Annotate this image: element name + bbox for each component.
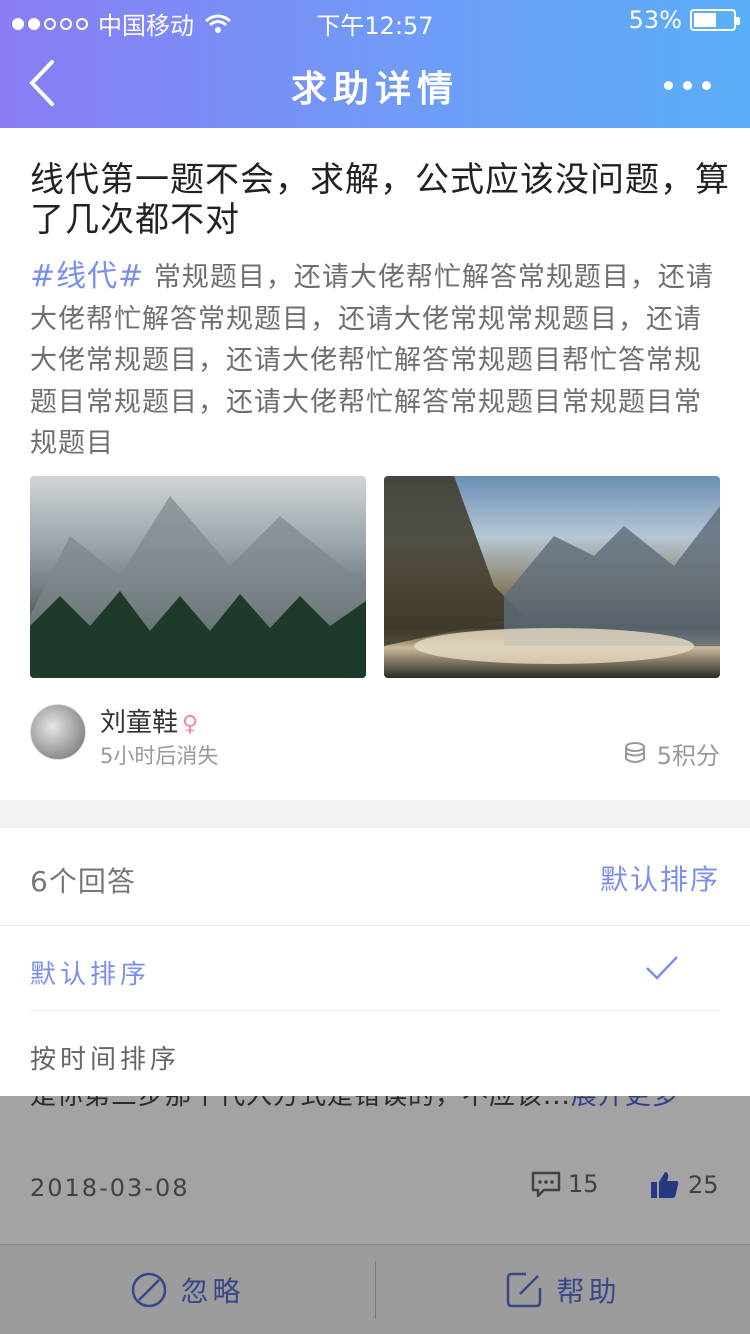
- status-bar: 中国移动 下午12:57 53%: [0, 0, 750, 40]
- navbar: 求助详情: [0, 40, 750, 128]
- page-title: 求助详情: [290, 69, 459, 110]
- points-reward: 5积分: [623, 736, 720, 771]
- more-dot-icon: [702, 80, 711, 90]
- answer-count: 6个回答: [30, 865, 136, 898]
- battery-icon: [690, 9, 740, 31]
- question-body: #线代# 常规题目，还请大佬帮忙解答常规题目，还请大佬帮忙解答常规题目，还请大佬…: [30, 256, 722, 465]
- question-image-2[interactable]: [384, 476, 720, 678]
- author-name[interactable]: 刘童鞋 ♀: [100, 702, 198, 739]
- sort-option-default[interactable]: 默认排序: [30, 926, 720, 1011]
- sort-option-label: 默认排序: [30, 960, 151, 990]
- status-right: 53%: [628, 6, 740, 34]
- female-icon: ♀: [182, 712, 199, 737]
- expire-time: 5小时后消失: [100, 744, 219, 768]
- author-avatar[interactable]: [30, 704, 86, 760]
- header: 中国移动 下午12:57 53% 求助详情: [0, 0, 750, 128]
- check-icon: [646, 956, 678, 980]
- section-divider: [0, 800, 750, 828]
- more-dot-icon: [664, 80, 673, 90]
- coins-icon: [624, 741, 645, 763]
- battery-percent: 53%: [628, 6, 682, 34]
- sort-option-label: 按时间排序: [30, 1045, 181, 1075]
- sort-dropdown: 默认排序 按时间排序: [0, 926, 750, 1096]
- author-name-text: 刘童鞋: [100, 708, 179, 738]
- sort-toggle[interactable]: 默认排序: [600, 858, 720, 898]
- valley-image: [384, 476, 720, 664]
- more-button[interactable]: [664, 70, 724, 100]
- mountain-image: [30, 496, 366, 678]
- dim-overlay[interactable]: [0, 1096, 750, 1334]
- points-label: 5积分: [656, 742, 720, 770]
- question-title: 线代第一题不会，求解，公式应该没问题，算了几次都不对: [30, 160, 730, 240]
- more-dot-icon: [683, 80, 692, 90]
- answers-header: 6个回答 默认排序: [0, 828, 750, 926]
- question-tag[interactable]: #线代#: [30, 259, 144, 294]
- sort-option-time[interactable]: 按时间排序: [30, 1011, 720, 1096]
- question-image-1[interactable]: [30, 476, 366, 678]
